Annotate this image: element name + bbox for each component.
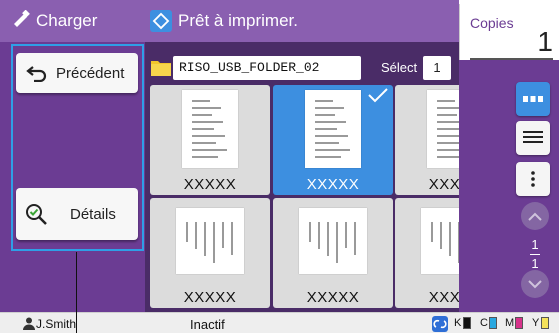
- copies-label: Copies: [470, 15, 514, 31]
- zoom-check-icon: [24, 202, 48, 226]
- thumbnail-view-button[interactable]: [516, 82, 550, 116]
- file-name: XXXXX: [306, 289, 360, 306]
- page-preview: [299, 208, 367, 274]
- select-count: 1: [423, 56, 451, 80]
- ink-m-level: [515, 317, 523, 329]
- left-header: Charger: [0, 0, 145, 42]
- folder-row: RISO_USB_FOLDER_02 Sélect 1: [145, 56, 459, 80]
- grid-view-icon: [523, 95, 543, 103]
- file-thumbnail[interactable]: XXXXX: [273, 198, 393, 308]
- status-diamond-icon: [150, 10, 172, 32]
- back-button[interactable]: Précédent: [16, 53, 138, 93]
- copies-box[interactable]: Copies 1: [459, 4, 559, 60]
- list-view-icon: [523, 130, 543, 146]
- left-panel: [0, 0, 145, 312]
- callout-line: [76, 252, 77, 333]
- user-icon: [23, 317, 35, 333]
- file-thumbnail[interactable]: XXXXX: [150, 198, 270, 308]
- select-label: Sélect: [381, 60, 418, 75]
- details-label: Détails: [70, 205, 116, 223]
- file-name: XXXXX: [183, 289, 237, 306]
- details-button[interactable]: Détails: [16, 188, 138, 240]
- page-up-button[interactable]: [521, 202, 549, 230]
- back-label: Précédent: [56, 64, 125, 82]
- ink-y-level: [541, 317, 549, 329]
- folder-icon: [151, 58, 171, 81]
- ink-k-label: K: [454, 317, 462, 329]
- selected-check-icon: [367, 87, 389, 108]
- file-name: XXXXX: [306, 176, 360, 193]
- ink-m-label: M: [505, 317, 515, 329]
- chevron-down-icon: [528, 279, 542, 289]
- usb-icon: [12, 9, 30, 33]
- copies-value: 1: [537, 26, 553, 57]
- ink-y-label: Y: [532, 317, 540, 329]
- file-name: XXXXX: [183, 176, 237, 193]
- ink-k-level: [463, 317, 471, 329]
- page-preview: [305, 90, 361, 168]
- page-divider: [530, 254, 540, 255]
- page-down-button[interactable]: [521, 270, 549, 298]
- network-icon: [432, 316, 448, 332]
- page-preview: [182, 90, 238, 168]
- more-options-button[interactable]: [516, 162, 550, 196]
- list-view-button[interactable]: [516, 121, 550, 155]
- page-total: 1: [531, 256, 539, 271]
- status-bar: J.Smith Inactif K C M Y: [0, 312, 559, 333]
- ink-c-label: C: [480, 317, 488, 329]
- machine-state: Inactif: [190, 317, 225, 332]
- ink-c-level: [489, 317, 497, 329]
- chevron-up-icon: [528, 212, 542, 221]
- page-preview: [176, 208, 244, 274]
- page-current: 1: [531, 237, 539, 252]
- main-header: Prêt à imprimer.: [145, 0, 459, 42]
- status-title: Prêt à imprimer.: [178, 11, 298, 30]
- file-thumbnail[interactable]: XXXXX: [150, 85, 270, 195]
- folder-name-field[interactable]: RISO_USB_FOLDER_02: [173, 56, 361, 80]
- user-name: J.Smith: [36, 317, 77, 331]
- vertical-ellipsis-icon: [531, 171, 535, 187]
- return-arrow-icon: [26, 64, 48, 82]
- panel-title: Charger: [36, 11, 98, 30]
- file-thumbnail[interactable]: XXXXX: [273, 85, 393, 195]
